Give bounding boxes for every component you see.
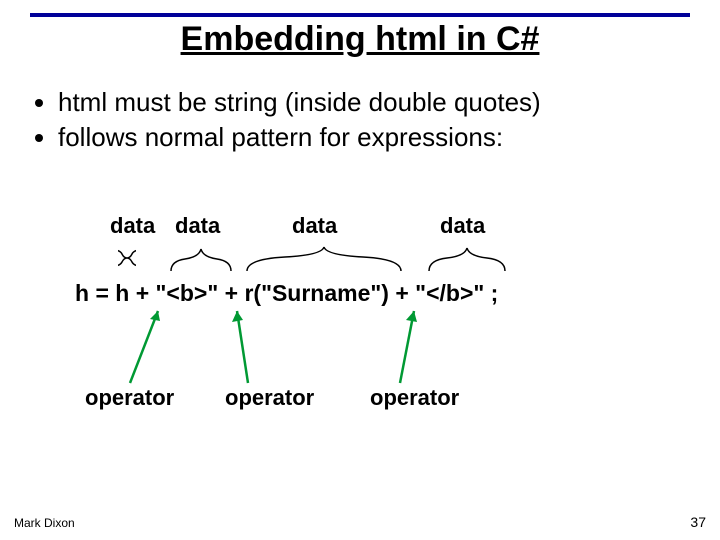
brace-icon — [170, 243, 232, 273]
arrow-icon — [110, 305, 180, 385]
bullet-item: follows normal pattern for expressions: — [58, 120, 690, 155]
arrow-icon — [360, 305, 430, 385]
bullet-list: html must be string (inside double quote… — [30, 85, 690, 155]
operator-label: operator — [370, 385, 459, 411]
brace-icon — [246, 243, 402, 273]
operator-label: operator — [85, 385, 174, 411]
arrow-icon — [210, 305, 270, 385]
data-label: data — [110, 213, 155, 239]
data-label: data — [292, 213, 337, 239]
operator-label: operator — [225, 385, 314, 411]
data-label: data — [440, 213, 485, 239]
diagram-area: data data data data h = h + "<b>" + r("S… — [30, 195, 690, 465]
bullet-item: html must be string (inside double quote… — [58, 85, 690, 120]
code-expression: h = h + "<b>" + r("Surname") + "</b>" ; — [75, 280, 498, 307]
footer-author: Mark Dixon — [14, 516, 75, 530]
brace-icon — [428, 243, 506, 273]
page-number: 37 — [690, 514, 706, 530]
brace-icon — [118, 243, 136, 273]
top-rule — [30, 13, 690, 17]
slide-title: Embedding html in C# — [0, 20, 720, 59]
data-label: data — [175, 213, 220, 239]
